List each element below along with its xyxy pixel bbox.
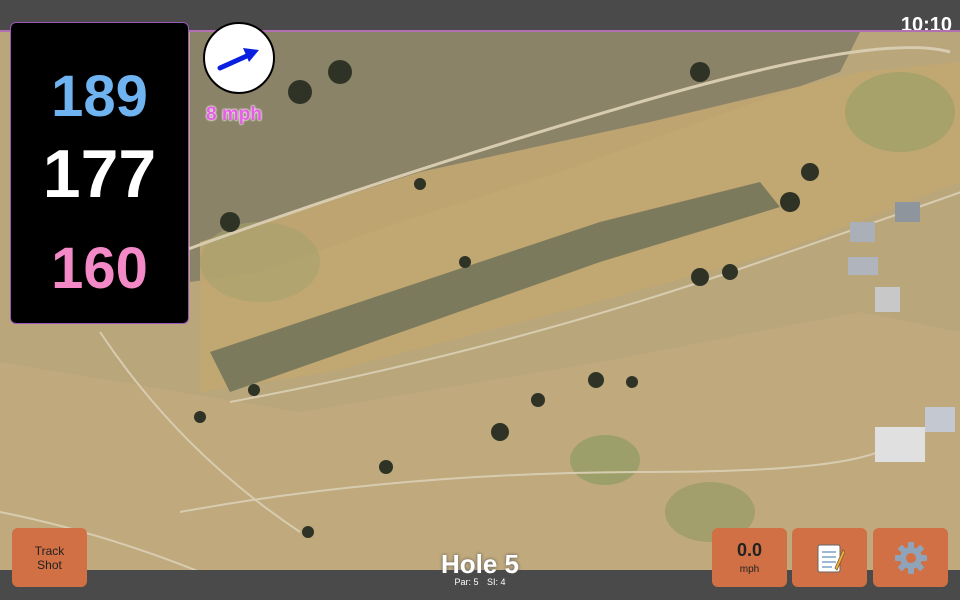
hole-title: Hole 5 [440, 549, 520, 579]
wind-speed-unit: mph [739, 564, 760, 575]
wind-speed-label: 8 mph [206, 104, 262, 125]
hole-info: Par: 5 SI: 4 [400, 577, 560, 587]
front-distance: 160 [51, 236, 148, 301]
track-shot-button[interactable]: Track Shot [12, 528, 87, 587]
notepad-icon [817, 544, 845, 572]
wind-compass [203, 22, 275, 94]
middle-distance: 177 [42, 136, 157, 212]
arrow-icon [217, 48, 259, 71]
track-shot-label-line2: Shot [37, 557, 62, 572]
distance-panel: 189 177 160 [10, 22, 189, 324]
wind-speed-value: 0.0 [736, 540, 763, 560]
hole-par: Par: 5 [454, 577, 479, 587]
wind-speed-button[interactable]: 0.0 mph [712, 528, 787, 587]
notes-button[interactable] [792, 528, 867, 587]
back-distance: 189 [51, 64, 148, 129]
hole-si: SI: 4 [487, 577, 506, 587]
gear-icon [894, 541, 927, 574]
track-shot-label-line1: Track [34, 543, 65, 558]
settings-button[interactable] [873, 528, 948, 587]
